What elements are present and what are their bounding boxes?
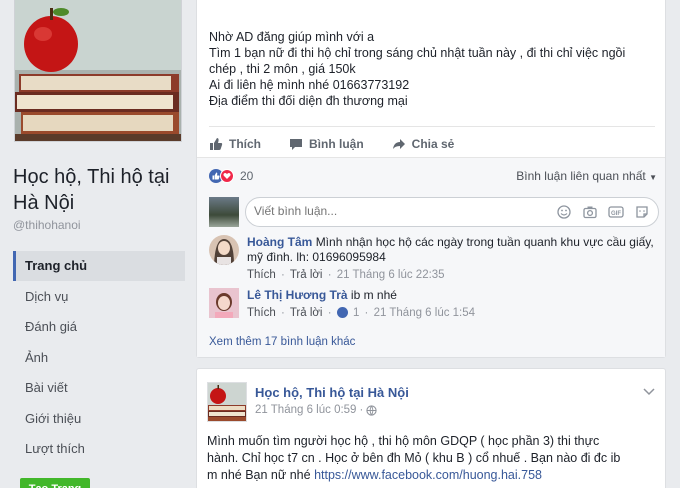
post-author-name[interactable]: Học hộ, Thi hộ tại Hà Nội	[255, 385, 409, 400]
comments-section: GIF Hoàng Tâm Mình nhận học hộ các ngày …	[197, 193, 665, 357]
nav-item-photos[interactable]: Ảnh	[13, 343, 185, 373]
comment-input-icons: GIF	[546, 204, 650, 220]
post-card: Nhờ AD đăng giúp mình với a Tìm 1 bạn nữ…	[196, 0, 666, 358]
post-line: chép , thi 2 môn , giá 150k	[209, 62, 356, 76]
nav-item-reviews[interactable]: Đánh giá	[13, 312, 185, 342]
post-options-chevron-icon[interactable]	[643, 383, 655, 401]
share-button[interactable]: Chia sẻ	[392, 137, 455, 151]
commenter-avatar[interactable]	[209, 235, 239, 265]
thumbs-up-icon	[210, 138, 223, 150]
love-reaction-icon	[220, 169, 234, 183]
comment-sort-dropdown[interactable]: Bình luận liên quan nhất ▼	[516, 169, 657, 183]
post-link[interactable]: https://www.facebook.com/huong.hai.758	[314, 468, 542, 482]
post-timestamp: 21 Tháng 6 lúc 0:59 ·	[255, 404, 377, 416]
comment-item: Lê Thị Hương Trà ib m nhé Thích · Trả lờ…	[209, 288, 659, 324]
comment-time[interactable]: 21 Tháng 6 lúc 22:35	[337, 269, 445, 281]
comment-meta: Thích · Trả lời · 1 · 21 Tháng 6 lúc 1:5…	[247, 307, 476, 319]
comment-reply-link[interactable]: Trả lời	[290, 307, 323, 319]
like-label: Thích	[229, 137, 261, 151]
create-page-button[interactable]: Tạo Trang	[20, 478, 90, 488]
page-handle[interactable]: @thihohanoi	[13, 218, 81, 232]
comment-text: ib m nhé	[350, 288, 397, 302]
comment-reply-link[interactable]: Trả lời	[290, 269, 323, 281]
page-profile-picture[interactable]	[14, 0, 182, 142]
page-nav: Trang chủ Dịch vụ Đánh giá Ảnh Bài viết …	[13, 251, 185, 465]
sticker-icon[interactable]	[634, 204, 650, 220]
comment-meta: Thích · Trả lời · 21 Tháng 6 lúc 22:35	[247, 269, 445, 281]
nav-item-posts[interactable]: Bài viết	[13, 373, 185, 403]
post-card: Học hộ, Thi hộ tại Hà Nội 21 Tháng 6 lúc…	[196, 368, 666, 488]
gif-icon[interactable]: GIF	[608, 204, 624, 220]
post-line: Nhờ AD đăng giúp mình với a	[209, 30, 375, 44]
comment-box[interactable]: GIF	[245, 197, 659, 227]
apple-books-illustration	[15, 0, 181, 141]
post-line: hành. Chỉ học t7 cn . Học ở bên đh Mỏ ( …	[207, 451, 621, 465]
caret-down-icon: ▼	[649, 173, 657, 182]
reaction-summary[interactable]: 20	[209, 169, 253, 183]
comment-like-count[interactable]: 1	[353, 307, 359, 319]
reactions-bar: 20 Bình luận liên quan nhất ▼	[197, 157, 665, 193]
author-avatar[interactable]	[207, 382, 247, 422]
post-line-text: m nhé Bạn nữ nhé	[207, 468, 315, 482]
left-column: Học hộ, Thi hộ tại Hà Nội @thihohanoi Tr…	[0, 0, 192, 488]
like-button[interactable]: Thích	[209, 137, 261, 151]
commenter-name[interactable]: Lê Thị Hương Trà	[247, 288, 348, 302]
nav-item-services[interactable]: Dịch vụ	[13, 282, 185, 312]
view-more-comments-link[interactable]: Xem thêm 17 bình luận khác	[209, 336, 355, 348]
divider	[209, 126, 655, 127]
comment-time[interactable]: 21 Tháng 6 lúc 1:54	[374, 307, 475, 319]
emoji-icon[interactable]	[556, 204, 572, 220]
post-line: Ai đi liên hệ mình nhé 01663773192	[209, 78, 410, 92]
svg-text:GIF: GIF	[611, 211, 621, 217]
current-user-avatar[interactable]	[209, 197, 239, 227]
comment-like-link[interactable]: Thích	[247, 307, 276, 319]
page-title[interactable]: Học hộ, Thi hộ tại Hà Nội	[13, 164, 192, 216]
globe-icon	[366, 404, 377, 416]
comment-input[interactable]	[254, 204, 534, 218]
camera-icon[interactable]	[582, 204, 598, 220]
post-line: Mình muốn tìm người học hộ , thi hộ môn …	[207, 434, 600, 448]
post-body: Nhờ AD đăng giúp mình với a Tìm 1 bạn nữ…	[209, 29, 659, 109]
like-reaction-icon	[336, 307, 348, 319]
comment-label: Bình luận	[309, 137, 364, 151]
nav-item-about[interactable]: Giới thiệu	[13, 404, 185, 434]
comment-body: Hoàng Tâm Mình nhận học hộ các ngày tron…	[247, 235, 659, 283]
sort-label: Bình luận liên quan nhất	[516, 169, 646, 183]
post-line: m nhé Bạn nữ nhé https://www.facebook.co…	[207, 467, 657, 484]
post-line: Địa điểm thi đối diện đh thương mại	[209, 94, 408, 108]
comment-body: Lê Thị Hương Trà ib m nhé Thích · Trả lờ…	[247, 288, 659, 321]
reaction-count: 20	[240, 169, 254, 183]
post-actions: Thích Bình luận Chia sẻ	[209, 132, 482, 156]
post-body: Mình muốn tìm người học hộ , thi hộ môn …	[207, 433, 657, 484]
nav-item-home[interactable]: Trang chủ	[13, 251, 185, 281]
comment-button[interactable]: Bình luận	[289, 137, 364, 151]
share-icon	[392, 139, 405, 149]
nav-item-likes[interactable]: Lượt thích	[13, 434, 185, 464]
commenter-avatar[interactable]	[209, 288, 239, 318]
share-label: Chia sẻ	[411, 137, 455, 151]
comment-icon	[290, 139, 302, 150]
comment-like-link[interactable]: Thích	[247, 269, 276, 281]
comment-item: Hoàng Tâm Mình nhận học hộ các ngày tron…	[209, 235, 659, 281]
post-line: Tìm 1 bạn nữ đi thi hộ chỉ trong sáng ch…	[209, 46, 626, 60]
commenter-name[interactable]: Hoàng Tâm	[247, 235, 312, 249]
post-time[interactable]: 21 Tháng 6 lúc 0:59	[255, 404, 356, 416]
